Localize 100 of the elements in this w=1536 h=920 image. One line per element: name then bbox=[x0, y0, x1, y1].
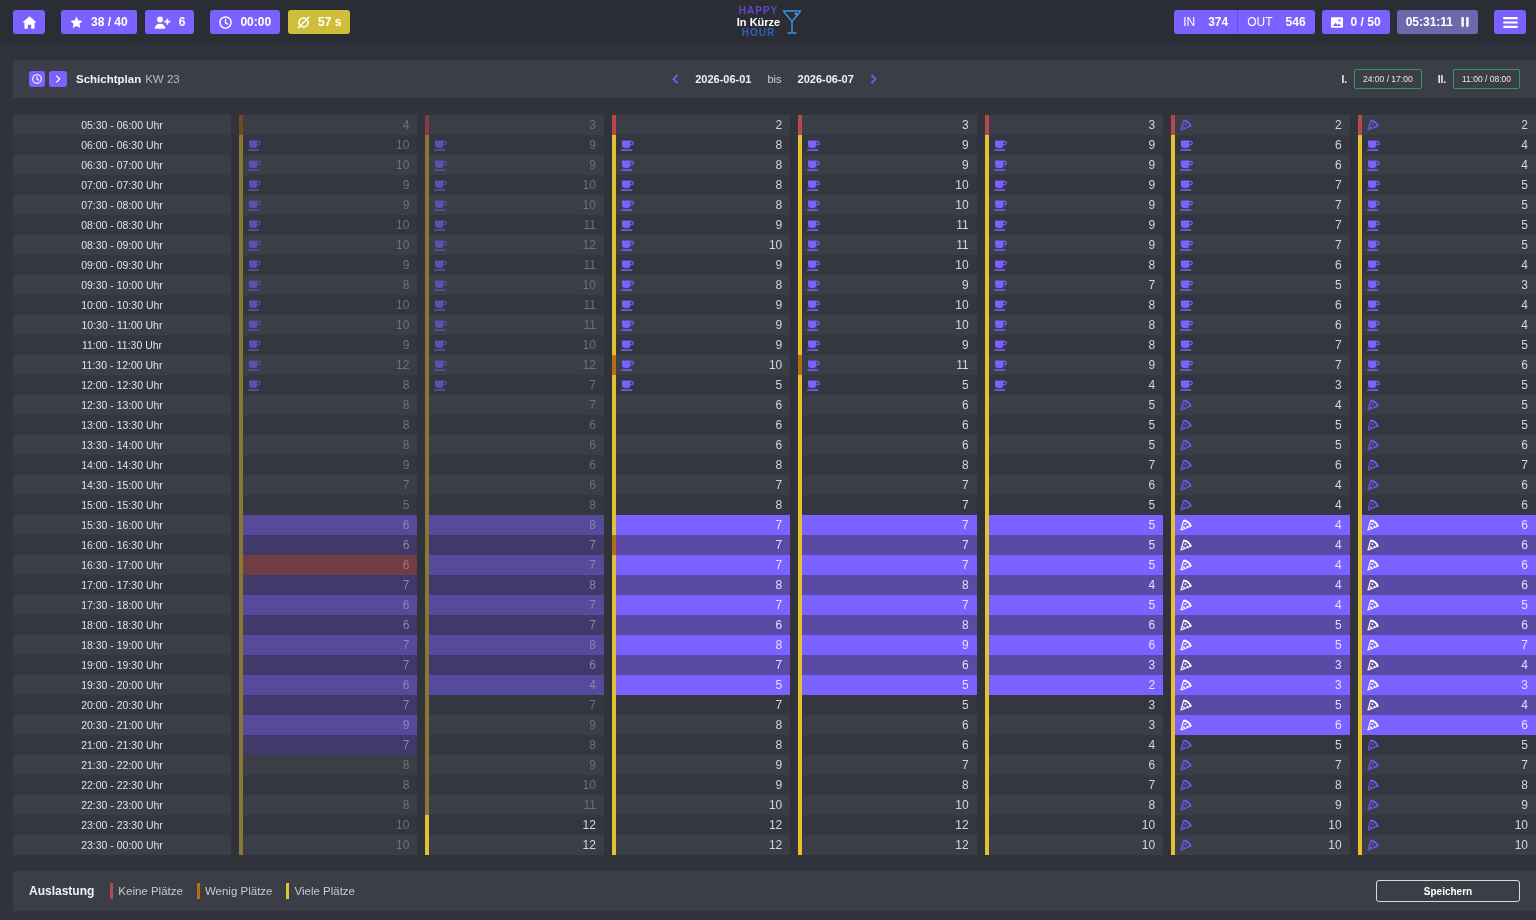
shift-slot[interactable]: 6 bbox=[1357, 575, 1536, 595]
shift-slot[interactable]: 9 bbox=[798, 135, 977, 155]
forward-button[interactable] bbox=[49, 71, 67, 87]
shift-slot[interactable]: 9 bbox=[1171, 795, 1350, 815]
shift-slot[interactable]: 5 bbox=[1357, 175, 1536, 195]
shift-slot[interactable]: 8 bbox=[611, 155, 791, 175]
previous-week-button[interactable] bbox=[672, 74, 680, 84]
shift-slot[interactable]: 2 bbox=[611, 115, 791, 135]
shift-slot[interactable]: 10 bbox=[984, 815, 1164, 835]
shift-slot[interactable]: 10 bbox=[1171, 835, 1350, 855]
shift-slot[interactable]: 6 bbox=[1171, 455, 1350, 475]
shift-slot[interactable]: 8 bbox=[984, 795, 1164, 815]
shift-slot[interactable]: 6 bbox=[798, 655, 977, 675]
shift-slot[interactable]: 5 bbox=[1171, 695, 1350, 715]
shift-slot[interactable]: 9 bbox=[984, 355, 1164, 375]
shift-slot[interactable]: 7 bbox=[1171, 235, 1350, 255]
shift-slot[interactable]: 8 bbox=[611, 135, 791, 155]
shift-slot[interactable]: 4 bbox=[1357, 315, 1536, 335]
shift-slot[interactable]: 4 bbox=[984, 735, 1164, 755]
shift-slot[interactable]: 5 bbox=[1171, 435, 1350, 455]
shift-slot[interactable]: 7 bbox=[611, 475, 791, 495]
shift-slot[interactable]: 3 bbox=[984, 655, 1164, 675]
shift-slot[interactable]: 8 bbox=[1171, 775, 1350, 795]
shift-slot[interactable]: 11 bbox=[798, 355, 977, 375]
shift-slot[interactable]: 3 bbox=[1171, 375, 1350, 395]
shift-slot[interactable]: 3 bbox=[1171, 655, 1350, 675]
shift-slot[interactable]: 9 bbox=[611, 335, 791, 355]
shift-slot[interactable]: 7 bbox=[1171, 335, 1350, 355]
shift-slot[interactable]: 5 bbox=[798, 695, 977, 715]
shift-slot[interactable]: 7 bbox=[611, 655, 791, 675]
rating-button[interactable]: 38 / 40 bbox=[61, 10, 137, 34]
shift-slot[interactable]: 10 bbox=[611, 795, 791, 815]
shift-slot[interactable]: 6 bbox=[611, 435, 791, 455]
clock-button[interactable] bbox=[29, 71, 45, 87]
shift-slot[interactable]: 7 bbox=[611, 535, 791, 555]
shift-slot[interactable]: 12 bbox=[798, 815, 977, 835]
shift-slot[interactable]: 12 bbox=[425, 815, 604, 835]
shift-slot[interactable]: 4 bbox=[984, 575, 1164, 595]
shift-slot[interactable]: 10 bbox=[1171, 815, 1350, 835]
shift-slot[interactable]: 3 bbox=[798, 115, 977, 135]
shift-slot[interactable]: 6 bbox=[798, 435, 977, 455]
shift-slot[interactable]: 4 bbox=[984, 375, 1164, 395]
shift-slot[interactable]: 11 bbox=[798, 215, 977, 235]
shift-slot[interactable]: 5 bbox=[1357, 395, 1536, 415]
shift-slot[interactable]: 7 bbox=[1171, 175, 1350, 195]
shift-slot[interactable]: 9 bbox=[611, 255, 791, 275]
shift-slot[interactable]: 9 bbox=[798, 275, 977, 295]
shift-slot[interactable]: 6 bbox=[798, 415, 977, 435]
shift-slot[interactable]: 6 bbox=[984, 475, 1164, 495]
shift-slot[interactable]: 6 bbox=[611, 415, 791, 435]
shift-slot[interactable]: 3 bbox=[984, 695, 1164, 715]
shift-slot[interactable]: 8 bbox=[984, 255, 1164, 275]
shift-slot[interactable]: 4 bbox=[1171, 395, 1350, 415]
shift-slot[interactable]: 5 bbox=[1357, 735, 1536, 755]
shift-slot[interactable]: 7 bbox=[798, 535, 977, 555]
shift-slot[interactable]: 8 bbox=[611, 495, 791, 515]
shift-slot[interactable]: 9 bbox=[984, 135, 1164, 155]
shift-slot[interactable]: 8 bbox=[798, 775, 977, 795]
shift-slot[interactable]: 5 bbox=[1171, 275, 1350, 295]
shift-slot[interactable]: 9 bbox=[798, 335, 977, 355]
shift-slot[interactable]: 6 bbox=[798, 735, 977, 755]
shift-slot[interactable]: 6 bbox=[1171, 255, 1350, 275]
shift-slot[interactable]: 9 bbox=[984, 235, 1164, 255]
shift-slot[interactable]: 7 bbox=[984, 775, 1164, 795]
shift-slot[interactable]: 7 bbox=[611, 695, 791, 715]
shift-slot[interactable]: 6 bbox=[611, 395, 791, 415]
shift-slot[interactable]: 7 bbox=[1357, 455, 1536, 475]
shift-slot[interactable]: 6 bbox=[611, 615, 791, 635]
shift-slot[interactable]: 3 bbox=[984, 715, 1164, 735]
shift-slot[interactable]: 7 bbox=[798, 755, 977, 775]
shift-slot[interactable]: 6 bbox=[984, 615, 1164, 635]
shift-slot[interactable]: 8 bbox=[611, 735, 791, 755]
shift-slot[interactable]: 2 bbox=[1357, 115, 1536, 135]
shift-slot[interactable]: 6 bbox=[1357, 475, 1536, 495]
shift-slot[interactable]: 6 bbox=[1171, 315, 1350, 335]
shift-slot[interactable]: 10 bbox=[798, 255, 977, 275]
home-button[interactable] bbox=[13, 10, 45, 34]
shift-slot[interactable]: 6 bbox=[1357, 435, 1536, 455]
shift-slot[interactable]: 5 bbox=[1357, 195, 1536, 215]
shift-slot[interactable]: 9 bbox=[611, 295, 791, 315]
shift-slot[interactable]: 5 bbox=[984, 535, 1164, 555]
shift-slot[interactable]: 7 bbox=[1171, 355, 1350, 375]
shift-slot[interactable]: 7 bbox=[798, 475, 977, 495]
shift-slot[interactable]: 10 bbox=[798, 315, 977, 335]
shift-slot[interactable]: 4 bbox=[1357, 255, 1536, 275]
shift-slot[interactable]: 10 bbox=[798, 295, 977, 315]
shift-slot[interactable]: 7 bbox=[798, 495, 977, 515]
shift-slot[interactable]: 8 bbox=[611, 175, 791, 195]
shift-slot[interactable]: 8 bbox=[798, 575, 977, 595]
shift-slot[interactable]: 8 bbox=[1357, 775, 1536, 795]
shift-slot[interactable]: 8 bbox=[798, 615, 977, 635]
shift-slot[interactable]: 12 bbox=[425, 835, 604, 855]
shift-slot[interactable]: 12 bbox=[798, 835, 977, 855]
shift-slot[interactable]: 5 bbox=[1357, 215, 1536, 235]
shift-slot[interactable]: 9 bbox=[611, 215, 791, 235]
shift-slot[interactable]: 9 bbox=[798, 155, 977, 175]
shift-slot[interactable]: 5 bbox=[611, 375, 791, 395]
shift-slot[interactable]: 9 bbox=[984, 175, 1164, 195]
shift-slot[interactable]: 12 bbox=[611, 815, 791, 835]
shift-slot[interactable]: 8 bbox=[984, 315, 1164, 335]
